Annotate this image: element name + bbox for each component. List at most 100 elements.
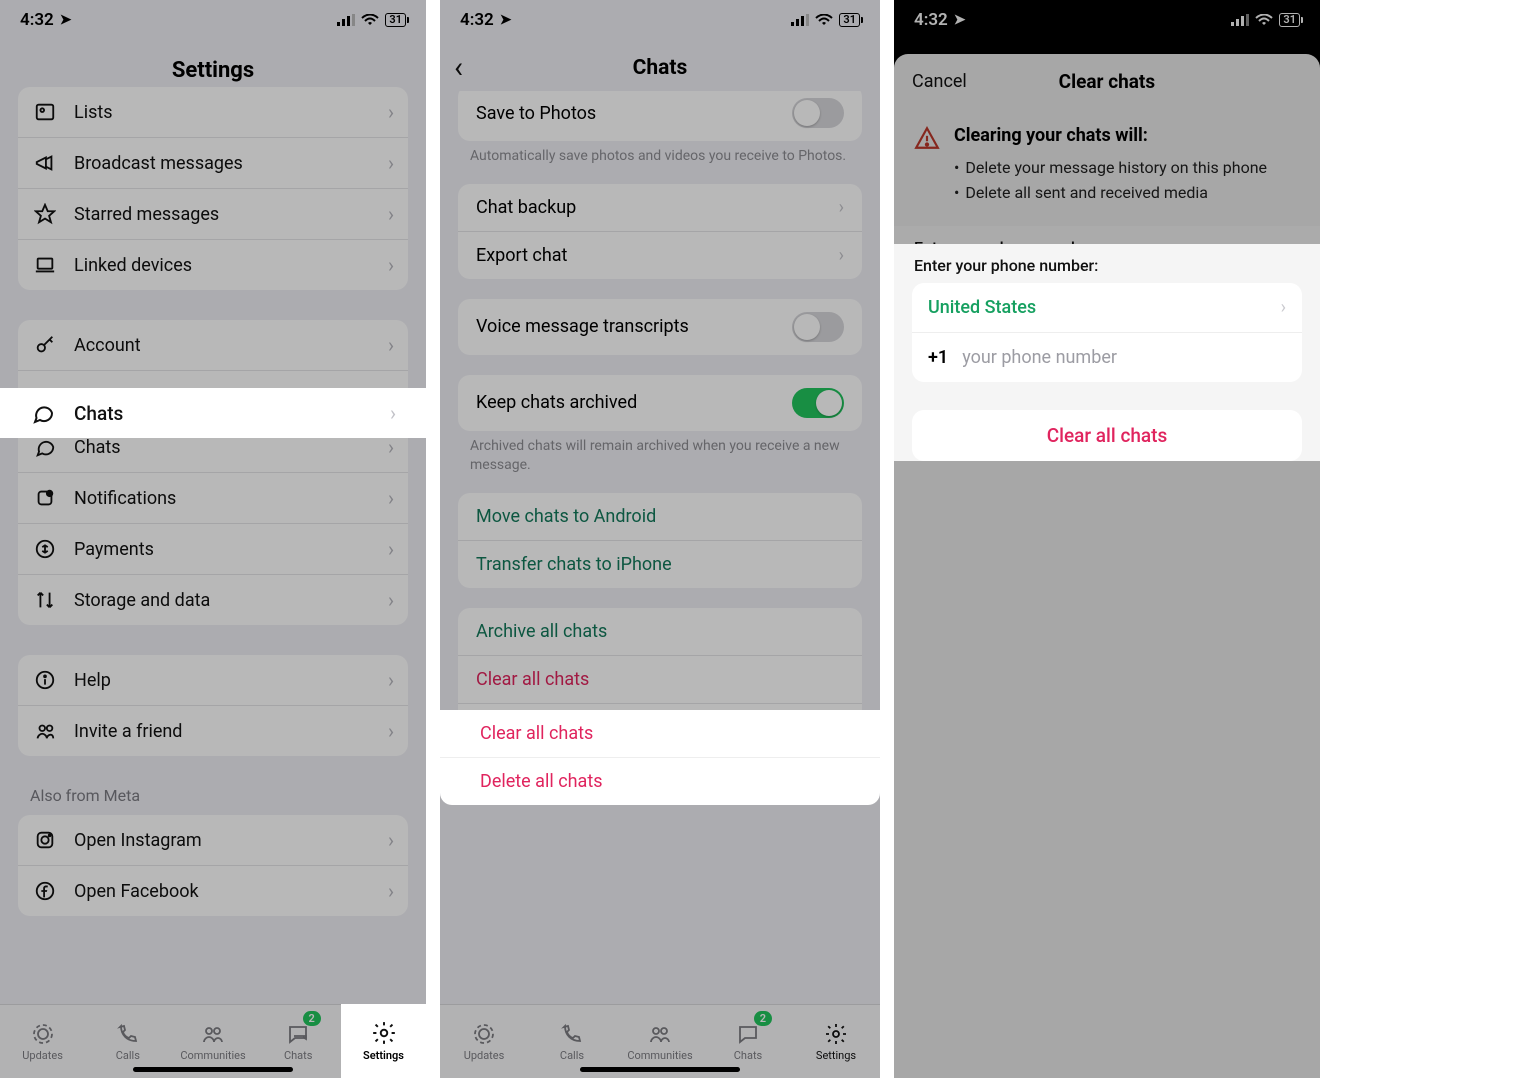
row-clear-all-highlight[interactable]: Clear all chats	[440, 710, 880, 758]
status-bar: 4:32➤ 31	[894, 0, 1320, 40]
row-transfer-iphone[interactable]: Transfer chats to iPhone	[458, 541, 862, 588]
row-archive-all[interactable]: Archive all chats	[458, 608, 862, 656]
row-delete-all-highlight[interactable]: Delete all chats	[440, 758, 880, 805]
row-payments[interactable]: Payments›	[18, 524, 408, 575]
chevron-right-icon: ›	[390, 401, 396, 425]
archived-desc: Archived chats will remain archived when…	[440, 437, 880, 493]
sheet-title: Clear chats	[967, 70, 1247, 93]
settings-group-general: Lists› Broadcast messages› Starred messa…	[18, 87, 408, 290]
chevron-right-icon: ›	[839, 197, 844, 218]
tab-settings[interactable]: Settings	[792, 1005, 880, 1078]
home-indicator	[133, 1067, 293, 1072]
clear-delete-highlight: Clear all chats Delete all chats	[440, 710, 880, 805]
chats-settings-screen: 4:32➤ 31 ‹ Chats Save to Photos Automati…	[440, 0, 880, 1078]
chevron-right-icon: ›	[388, 151, 394, 175]
warning-icon	[914, 125, 940, 206]
signal-icon	[791, 14, 809, 26]
wifi-icon	[1255, 14, 1273, 26]
chevron-right-icon: ›	[388, 100, 394, 124]
chevron-right-icon: ›	[388, 879, 394, 903]
battery-icon: 31	[385, 13, 406, 27]
sheet-header: Cancel Clear chats	[894, 54, 1320, 109]
cancel-button[interactable]: Cancel	[912, 71, 967, 92]
save-photos-toggle[interactable]	[792, 98, 844, 128]
row-keep-archived[interactable]: Keep chats archived	[458, 375, 862, 431]
chat-badge: 2	[754, 1011, 772, 1026]
chat-badge: 2	[303, 1011, 321, 1026]
status-time: 4:32	[914, 10, 948, 30]
invite-icon	[32, 718, 58, 744]
storage-icon	[32, 587, 58, 613]
key-icon	[32, 332, 58, 358]
chevron-right-icon: ›	[388, 588, 394, 612]
status-time: 4:32	[460, 10, 494, 30]
row-linked[interactable]: Linked devices›	[18, 240, 408, 290]
row-lists[interactable]: Lists›	[18, 87, 408, 138]
row-clear-all[interactable]: Clear all chats	[458, 656, 862, 704]
tab-updates[interactable]: Updates	[440, 1005, 528, 1078]
chevron-right-icon: ›	[388, 537, 394, 561]
location-icon: ➤	[60, 12, 72, 28]
location-icon: ➤	[954, 12, 966, 28]
megaphone-icon	[32, 150, 58, 176]
chevron-right-icon: ›	[388, 253, 394, 277]
enter-phone-label-hi: Enter your phone number:	[894, 244, 1320, 283]
chat-icon	[30, 400, 56, 426]
settings-group-help: Help› Invite a friend›	[18, 655, 408, 756]
signal-icon	[337, 14, 355, 26]
list-icon	[32, 99, 58, 125]
chevron-right-icon: ›	[388, 719, 394, 743]
chevron-right-icon: ›	[388, 668, 394, 692]
warning-box: Clearing your chats will: •Delete your m…	[894, 109, 1320, 216]
row-help[interactable]: Help›	[18, 655, 408, 706]
save-photos-group: Save to Photos	[458, 91, 862, 141]
backup-group: Chat backup› Export chat›	[458, 184, 862, 279]
row-chats-highlight[interactable]: Chats ›	[0, 388, 426, 438]
clear-all-button-hi[interactable]: Clear all chats	[912, 410, 1302, 461]
archived-toggle[interactable]	[792, 388, 844, 418]
status-bar: 4:32 ➤ 31	[440, 0, 880, 40]
tab-settings-highlight[interactable]: Settings	[341, 1004, 426, 1078]
chevron-right-icon: ›	[388, 486, 394, 510]
row-notifications[interactable]: Notifications›	[18, 473, 408, 524]
phone-card-hi: United States › +1 your phone number	[912, 283, 1302, 382]
star-icon	[32, 201, 58, 227]
home-indicator	[580, 1067, 740, 1072]
row-voice-transcripts[interactable]: Voice message transcripts	[458, 299, 862, 355]
row-move-android[interactable]: Move chats to Android	[458, 493, 862, 541]
tab-updates[interactable]: Updates	[0, 1005, 85, 1078]
row-storage[interactable]: Storage and data›	[18, 575, 408, 625]
row-facebook[interactable]: Open Facebook›	[18, 866, 408, 916]
voice-group: Voice message transcripts	[458, 299, 862, 355]
laptop-icon	[32, 252, 58, 278]
row-broadcast[interactable]: Broadcast messages›	[18, 138, 408, 189]
save-photos-desc: Automatically save photos and videos you…	[440, 147, 880, 184]
chevron-right-icon: ›	[388, 435, 394, 459]
info-icon	[32, 667, 58, 693]
signal-icon	[1231, 14, 1249, 26]
row-invite[interactable]: Invite a friend›	[18, 706, 408, 756]
wifi-icon	[815, 14, 833, 26]
row-account[interactable]: Account›	[18, 320, 408, 371]
voice-toggle[interactable]	[792, 312, 844, 342]
row-export[interactable]: Export chat›	[458, 232, 862, 279]
location-icon: ➤	[500, 12, 512, 28]
chevron-right-icon: ›	[839, 245, 844, 266]
row-instagram[interactable]: Open Instagram›	[18, 815, 408, 866]
section-meta-header: Also from Meta	[0, 786, 426, 815]
row-starred[interactable]: Starred messages›	[18, 189, 408, 240]
chevron-right-icon: ›	[1281, 297, 1286, 318]
clear-chats-screen: 4:32➤ 31 Cancel Clear chats Clearing you…	[894, 0, 1320, 1078]
instagram-icon	[32, 827, 58, 853]
notification-icon	[32, 485, 58, 511]
country-row-hi[interactable]: United States ›	[912, 283, 1302, 333]
payments-icon	[32, 536, 58, 562]
warning-list: •Delete your message history on this pho…	[954, 156, 1267, 206]
settings-group-meta: Open Instagram› Open Facebook›	[18, 815, 408, 916]
settings-group-account: Account› Privacy› Chats› Notifications› …	[18, 320, 408, 625]
row-save-photos[interactable]: Save to Photos	[458, 91, 862, 141]
battery-icon: 31	[839, 13, 860, 27]
row-backup[interactable]: Chat backup›	[458, 184, 862, 232]
phone-input-row-hi[interactable]: +1 your phone number	[912, 333, 1302, 382]
wifi-icon	[361, 14, 379, 26]
